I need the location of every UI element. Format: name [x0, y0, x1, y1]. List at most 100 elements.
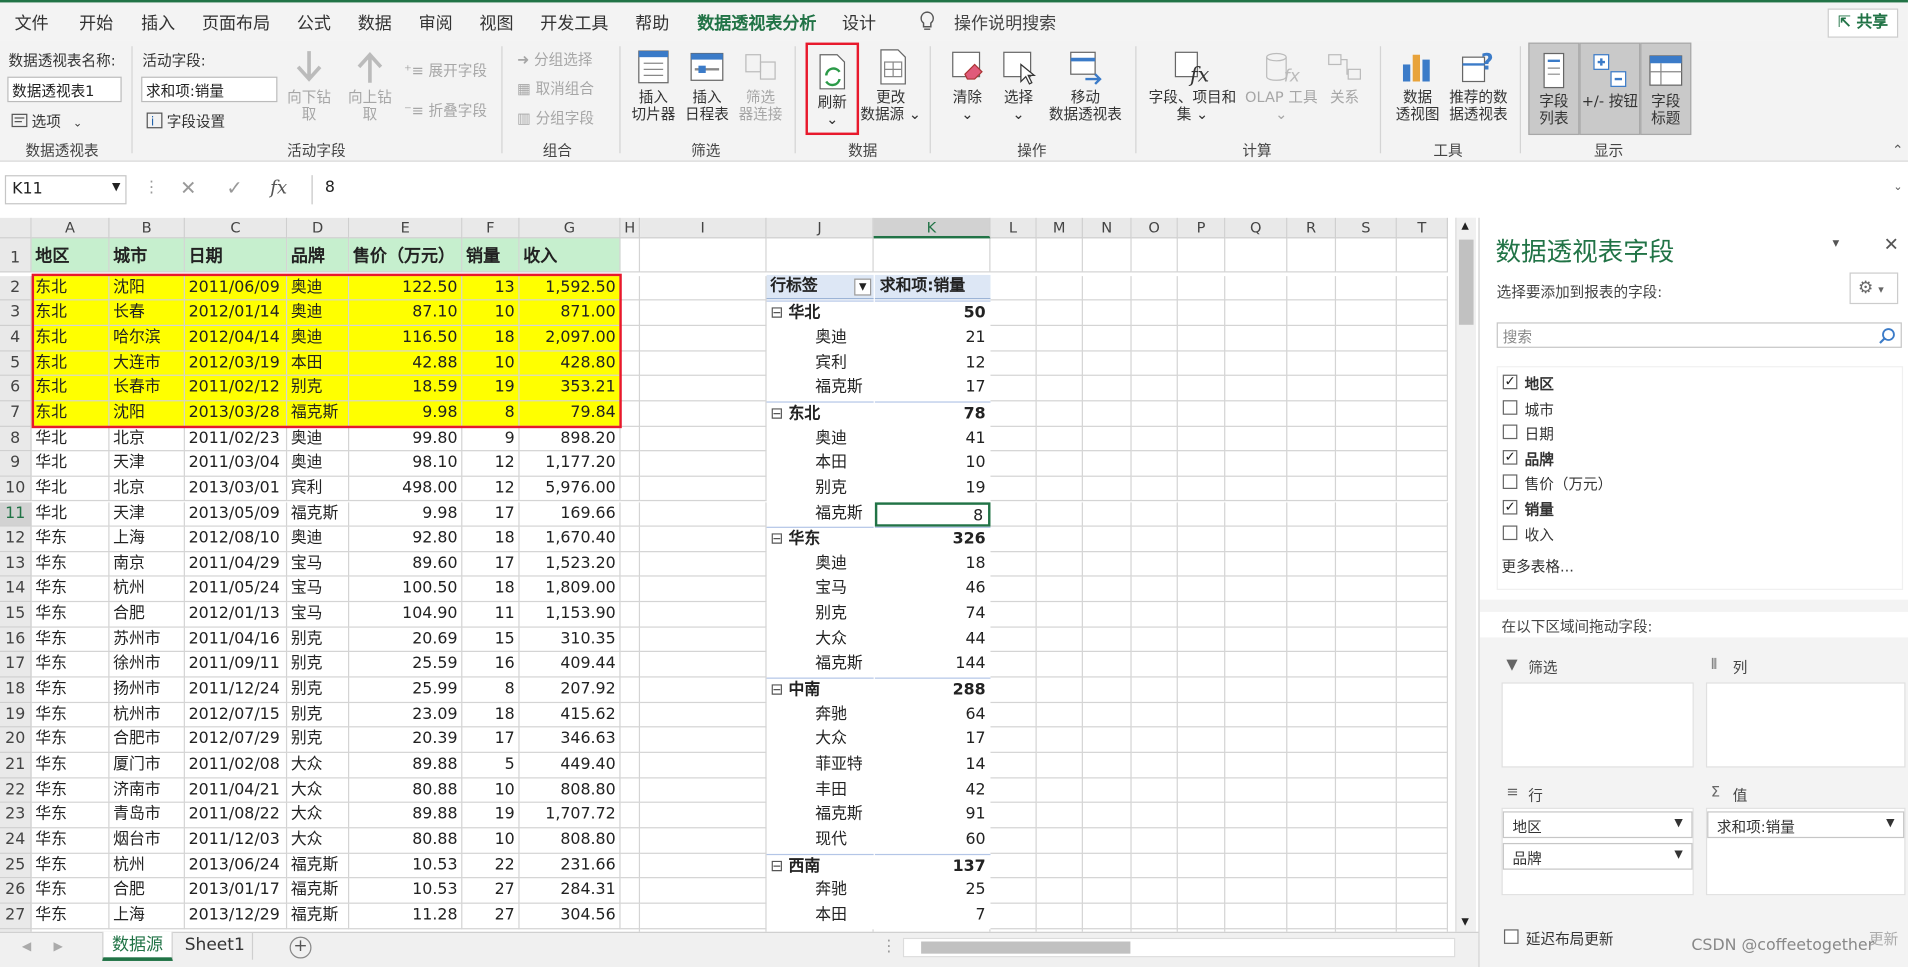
empty-cell[interactable] [1396, 853, 1448, 879]
row-header[interactable]: 12 [0, 526, 32, 552]
pivot-group-label[interactable]: ⊟ 东北 [766, 401, 874, 425]
empty-cell[interactable] [640, 752, 767, 779]
row-header[interactable]: 20 [0, 727, 32, 753]
row-header[interactable]: 6 [0, 376, 32, 402]
table-cell[interactable]: 1,153.90 [519, 602, 621, 628]
empty-cell[interactable] [1287, 275, 1337, 301]
empty-cell[interactable] [1082, 803, 1132, 829]
empty-cell[interactable] [1396, 551, 1448, 578]
pivot-group-label[interactable]: ⊟ 西南 [766, 853, 874, 877]
empty-cell[interactable] [1396, 501, 1448, 527]
filter-connections-button[interactable]: 筛选 器连接 [734, 40, 788, 123]
row-header[interactable]: 23 [0, 803, 32, 829]
empty-cell[interactable] [1396, 476, 1448, 502]
table-cell[interactable]: 2011/02/12 [184, 376, 288, 402]
table-cell[interactable]: 449.40 [519, 752, 621, 779]
table-cell[interactable]: 杭州 [109, 577, 185, 603]
table-cell[interactable]: 2011/12/24 [184, 677, 288, 703]
table-cell[interactable]: 116.50 [349, 325, 463, 352]
add-sheet-icon[interactable]: + [289, 936, 312, 959]
empty-cell[interactable] [1082, 652, 1132, 678]
table-cell[interactable]: 济南市 [109, 778, 185, 804]
pivot-item-label[interactable]: 奔驰 [767, 703, 874, 727]
row-header[interactable]: 16 [0, 627, 32, 653]
empty-cell[interactable] [1177, 727, 1226, 753]
empty-cell[interactable] [640, 803, 767, 829]
empty-cell[interactable] [1225, 752, 1288, 779]
table-cell[interactable]: 18.59 [349, 376, 463, 402]
empty-cell[interactable] [1396, 903, 1448, 929]
table-header-cell[interactable]: 销量 [462, 238, 520, 273]
empty-cell[interactable] [1036, 627, 1083, 653]
empty-cell[interactable] [1287, 238, 1337, 273]
empty-cell[interactable] [620, 325, 641, 352]
empty-cell[interactable] [1225, 903, 1288, 929]
empty-cell[interactable] [1225, 376, 1288, 402]
empty-cell[interactable] [1177, 300, 1226, 326]
table-cell[interactable]: 2012/01/14 [184, 300, 288, 326]
table-cell[interactable]: 808.80 [519, 828, 621, 854]
empty-cell[interactable] [1082, 878, 1132, 904]
empty-cell[interactable] [1336, 727, 1397, 753]
empty-cell[interactable] [1036, 828, 1083, 854]
clear-button[interactable]: 清除 ⌄ [942, 40, 993, 123]
pivot-value-cell[interactable]: 64 [875, 703, 991, 727]
empty-cell[interactable] [990, 300, 1037, 326]
table-cell[interactable]: 1,592.50 [519, 275, 621, 301]
empty-cell[interactable] [1336, 325, 1397, 352]
row-header[interactable]: 4 [0, 325, 32, 352]
empty-cell[interactable] [1287, 451, 1337, 477]
empty-cell[interactable] [1225, 702, 1288, 728]
empty-cell[interactable] [620, 300, 641, 326]
row-field-region[interactable]: 地区 ▼ [1502, 811, 1693, 839]
plus-minus-buttons-toggle[interactable]: +/- 按钮 [1579, 42, 1641, 136]
field-name[interactable]: 日期 [1525, 424, 1554, 445]
share-button[interactable]: ⇱ 共享 [1827, 8, 1899, 38]
empty-cell[interactable] [1082, 401, 1132, 427]
empty-cell[interactable] [1336, 238, 1397, 273]
empty-cell[interactable] [1131, 652, 1178, 678]
table-cell[interactable]: 东北 [31, 275, 110, 301]
menu-data[interactable]: 数据 [358, 11, 392, 35]
empty-cell[interactable] [1036, 551, 1083, 578]
empty-cell[interactable] [640, 526, 767, 552]
empty-cell[interactable] [1287, 752, 1337, 779]
menu-review[interactable]: 审阅 [419, 11, 453, 35]
empty-cell[interactable] [1396, 878, 1448, 904]
empty-cell[interactable] [1177, 376, 1226, 402]
column-header[interactable]: E [349, 217, 463, 239]
empty-cell[interactable] [1396, 727, 1448, 753]
empty-cell[interactable] [620, 426, 641, 452]
empty-cell[interactable] [1225, 652, 1288, 678]
empty-cell[interactable] [620, 903, 641, 929]
group-field-button[interactable]: ▥ 分组字段 [517, 107, 594, 128]
empty-cell[interactable] [1225, 401, 1288, 427]
table-cell[interactable]: 98.10 [349, 451, 463, 477]
menu-insert[interactable]: 插入 [141, 11, 175, 35]
table-cell[interactable]: 1,707.72 [519, 803, 621, 829]
empty-cell[interactable] [1287, 351, 1337, 377]
empty-cell[interactable] [1131, 325, 1178, 352]
empty-cell[interactable] [620, 275, 641, 301]
pivot-value-cell[interactable]: 7 [875, 904, 991, 928]
empty-cell[interactable] [1336, 275, 1397, 301]
table-cell[interactable]: 华东 [31, 652, 110, 678]
empty-cell[interactable] [620, 853, 641, 879]
empty-cell[interactable] [1177, 325, 1226, 352]
row-header[interactable]: 3 [0, 300, 32, 326]
empty-cell[interactable] [1396, 828, 1448, 854]
table-cell[interactable]: 长春 [109, 300, 185, 326]
table-cell[interactable]: 10.53 [349, 878, 463, 904]
pivot-item-label[interactable]: 宾利 [767, 351, 874, 375]
empty-cell[interactable] [1082, 677, 1132, 703]
empty-cell[interactable] [1082, 752, 1132, 779]
table-cell[interactable]: 89.88 [349, 752, 463, 779]
empty-cell[interactable] [1225, 602, 1288, 628]
table-cell[interactable]: 苏州市 [109, 627, 185, 653]
empty-cell[interactable] [990, 602, 1037, 628]
field-list-toggle[interactable]: 字段 列表 [1528, 42, 1580, 136]
table-cell[interactable]: 别克 [287, 627, 350, 653]
table-cell[interactable]: 12 [462, 476, 520, 502]
empty-cell[interactable] [1225, 551, 1288, 578]
empty-cell[interactable] [1287, 501, 1337, 527]
